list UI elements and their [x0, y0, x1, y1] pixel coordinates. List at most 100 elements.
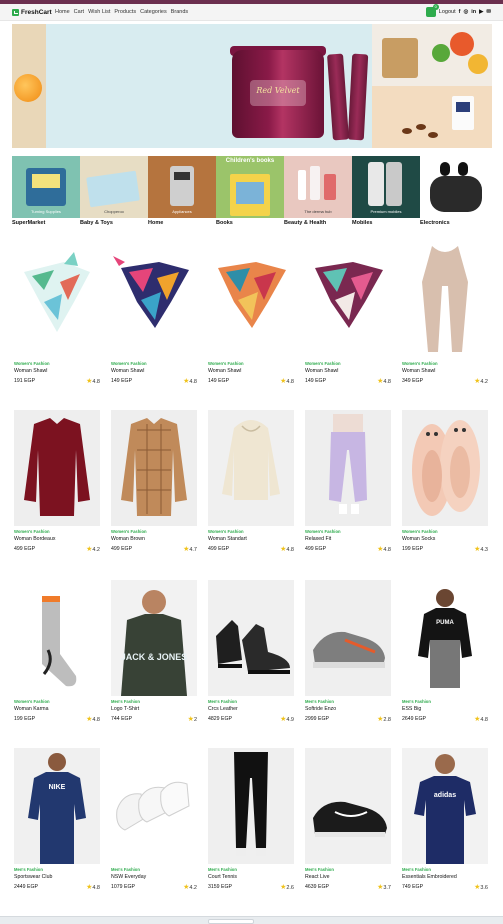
scroll-indicator[interactable]: [208, 919, 254, 924]
product-image: [111, 748, 197, 864]
hero-main-slide[interactable]: Red Velvet: [12, 24, 372, 148]
product-rating: ★4.2: [183, 883, 197, 891]
product-card[interactable]: Men's Fashion Softride Enzo 2999 EGP ★2.…: [303, 580, 393, 723]
mail-icon[interactable]: ✉: [486, 9, 491, 15]
rating-value: 4.2: [92, 547, 100, 553]
category-card-home[interactable]: Appliances Home: [148, 156, 216, 228]
brand-logo[interactable]: FreshCart: [12, 8, 52, 17]
rating-value: 4.8: [92, 885, 100, 891]
product-image: [208, 242, 294, 358]
category-image: The derma hub: [284, 156, 352, 218]
category-caption: Turning Supplies: [31, 209, 61, 214]
category-caption: Children's books: [225, 158, 275, 164]
product-title: ESS Big: [402, 706, 422, 712]
product-price: 2999 EGP: [305, 716, 329, 722]
facebook-icon[interactable]: f: [459, 9, 461, 15]
linkedin-icon[interactable]: in: [471, 9, 476, 15]
nav-link-categories[interactable]: Categories: [140, 9, 167, 15]
product-card[interactable]: Women's Fashion Woman Shawl 349 EGP ★4.2: [400, 242, 490, 385]
product-card[interactable]: Men's Fashion Crcs Leather 4829 EGP ★4.9: [206, 580, 296, 723]
rating-value: 2.6: [286, 885, 294, 891]
brand-name: FreshCart: [21, 9, 52, 16]
nav-link-cart[interactable]: Cart: [74, 9, 84, 15]
product-card[interactable]: Women's Fashion Relaxed Fit 499 EGP ★4.8: [303, 410, 393, 553]
product-price: 149 EGP: [305, 378, 327, 384]
product-title: Relaxed Fit: [305, 536, 332, 542]
product-price: 499 EGP: [208, 546, 230, 552]
category-image: Turning Supplies: [12, 156, 80, 218]
product-price: 744 EGP: [111, 716, 133, 722]
category-card-mobiles[interactable]: Premium mobiles Mobiles: [352, 156, 420, 228]
product-card[interactable]: Men's Fashion NSW Everyday 1079 EGP ★4.2: [109, 748, 199, 891]
product-rating: ★3.7: [377, 883, 391, 891]
category-image: Premium mobiles: [352, 156, 420, 218]
product-card[interactable]: Men's Fashion React Live 4639 EGP ★3.7: [303, 748, 393, 891]
category-image: [420, 156, 488, 218]
product-card[interactable]: Women's Fashion Woman Socks 199 EGP ★4.3: [400, 410, 490, 553]
product-title: Woman Standart: [208, 536, 247, 542]
hero-side-image-dates: [372, 86, 492, 148]
product-card[interactable]: JACK & JONES Men's Fashion Logo T-Shirt …: [109, 580, 199, 723]
product-category: Women's Fashion: [208, 361, 244, 366]
product-card[interactable]: Women's Fashion Woman Standart 499 EGP ★…: [206, 410, 296, 553]
product-card[interactable]: NIKE Men's Fashion Sportswear Club 2449 …: [12, 748, 102, 891]
cart-icon[interactable]: 0: [425, 4, 439, 17]
nav-right: 0 Logout f ◎ in ▶ ✉: [425, 4, 491, 17]
product-title: Court Tennis: [208, 874, 238, 880]
product-card[interactable]: Women's Fashion Woman Bordeaux 499 EGP ★…: [12, 410, 102, 553]
product-rating: ★2: [188, 715, 197, 723]
tshirt-print: adidas: [433, 792, 457, 799]
category-card-electronics[interactable]: Electronics: [420, 156, 488, 228]
product-rating: ★3.6: [474, 883, 488, 891]
category-card-books[interactable]: Children's books Books: [216, 156, 284, 228]
product-title: React Live: [305, 874, 330, 880]
product-card[interactable]: Women's Fashion Woman Shawl 149 EGP ★4.8: [303, 242, 393, 385]
category-card-baby-toys[interactable]: Chopperoo Baby & Toys: [80, 156, 148, 228]
rating-value: 4.8: [480, 717, 488, 723]
nav-link-brands[interactable]: Brands: [171, 9, 188, 15]
product-card[interactable]: Women's Fashion Woman Shawl 191 EGP ★4.8: [12, 242, 102, 385]
product-category: Men's Fashion: [111, 867, 140, 872]
category-card-beauty-health[interactable]: The derma hub Beauty & Health: [284, 156, 352, 228]
hero-slider[interactable]: Red Velvet: [12, 24, 492, 148]
product-rating: ★4.8: [183, 377, 197, 385]
rating-value: 2: [193, 717, 197, 723]
product-card[interactable]: Men's Fashion Court Tennis 3159 EGP ★2.6: [206, 748, 296, 891]
hero-fruit-image: [12, 24, 46, 148]
product-card[interactable]: PUMA Men's Fashion ESS Big 2649 EGP ★4.8: [400, 580, 490, 723]
youtube-icon[interactable]: ▶: [479, 9, 483, 15]
product-category: Women's Fashion: [111, 529, 147, 534]
product-card[interactable]: adidas Men's Fashion Essentials Embroide…: [400, 748, 490, 891]
instagram-icon[interactable]: ◎: [463, 9, 468, 15]
product-title: Crcs Leather: [208, 706, 238, 712]
nav-links: Home Cart Wish List Products Categories …: [55, 9, 188, 15]
product-rating: ★4.3: [474, 545, 488, 553]
product-card[interactable]: Women's Fashion Woman Brown 499 EGP ★4.7: [109, 410, 199, 553]
product-price: 149 EGP: [111, 378, 133, 384]
product-card[interactable]: Women's Fashion Woman Karma 199 EGP ★4.8: [12, 580, 102, 723]
rating-value: 4.2: [480, 379, 488, 385]
hoodie-print: NIKE: [48, 784, 66, 791]
product-rating: ★4.8: [86, 377, 100, 385]
rating-value: 3.6: [480, 885, 488, 891]
category-caption: Chopperoo: [104, 209, 124, 214]
logout-link[interactable]: Logout: [439, 9, 456, 15]
product-price: 3159 EGP: [208, 884, 232, 890]
product-card[interactable]: Women's Fashion Woman Shawl 149 EGP ★4.8: [109, 242, 199, 385]
product-title: Woman Karma: [14, 706, 49, 712]
product-title: Woman Bordeaux: [14, 536, 56, 542]
nav-link-wishlist[interactable]: Wish List: [88, 9, 110, 15]
product-rating: ★4.8: [86, 715, 100, 723]
wafer-stick: [347, 53, 369, 141]
product-image: adidas: [402, 748, 488, 864]
nav-link-home[interactable]: Home: [55, 9, 70, 15]
product-card[interactable]: Women's Fashion Woman Shawl 149 EGP ★4.8: [206, 242, 296, 385]
product-title: Woman Shawl: [402, 368, 436, 374]
rating-value: 4.8: [286, 379, 294, 385]
product-category: Women's Fashion: [305, 361, 341, 366]
category-name: Electronics: [420, 220, 450, 226]
nav-link-products[interactable]: Products: [114, 9, 136, 15]
category-card-supermarket[interactable]: Turning Supplies SuperMarket: [12, 156, 80, 228]
product-image: [305, 410, 391, 526]
category-name: Home: [148, 220, 164, 226]
